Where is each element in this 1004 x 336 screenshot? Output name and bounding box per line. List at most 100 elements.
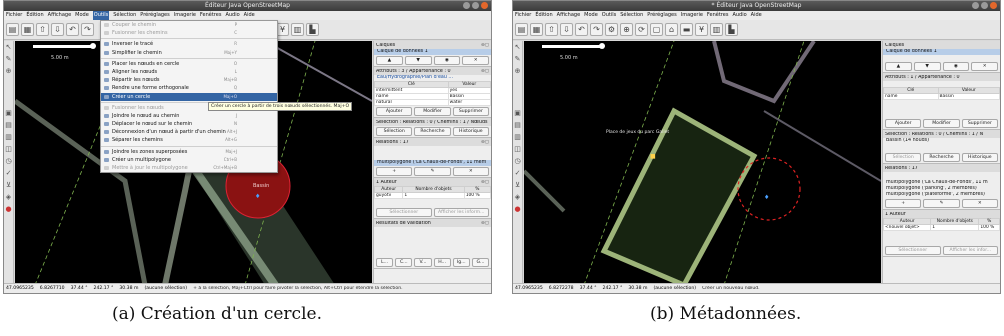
- upload-icon[interactable]: ⇧: [545, 23, 558, 36]
- relations-toggle-icon[interactable]: ◫: [513, 145, 522, 154]
- upload-icon[interactable]: ⇧: [36, 23, 49, 36]
- location-pin-icon[interactable]: ●: [513, 205, 522, 214]
- dialog-controls-icon[interactable]: ⊖▢: [481, 221, 489, 226]
- filter-toggle-icon[interactable]: ⊻: [513, 181, 522, 190]
- zoom-icon[interactable]: ⊕: [620, 23, 633, 36]
- history-toggle-icon[interactable]: ◷: [513, 157, 522, 166]
- tab-changesets[interactable]: C...: [395, 258, 413, 267]
- toilet-preset-icon[interactable]: ▥: [291, 23, 304, 36]
- history-button[interactable]: Historique: [961, 153, 998, 162]
- menu-item-cercle-noeuds[interactable]: Placer les nœuds en cercle O: [101, 60, 277, 68]
- properties-toggle-icon[interactable]: ▤: [513, 121, 522, 130]
- dialog-controls-icon[interactable]: ⊖▢: [481, 180, 489, 185]
- menu-audio[interactable]: Audio: [225, 11, 239, 20]
- edit-tag-button[interactable]: Modifier: [923, 119, 960, 128]
- menu-item-separer-chemins[interactable]: Séparer les chemins Alt+G: [101, 136, 277, 144]
- edit-tag-button[interactable]: Modifier: [414, 107, 451, 116]
- relation-item[interactable]: multipolygone ('La Chaux-de-Fonds', 11 m…: [374, 160, 491, 166]
- add-tag-button[interactable]: Ajouter: [376, 107, 413, 116]
- menu-item-aligner[interactable]: Aligner les nœuds L: [101, 68, 277, 76]
- menu-imagerie[interactable]: Imagerie: [681, 11, 703, 20]
- maximize-button[interactable]: [981, 2, 988, 9]
- menu-affichage[interactable]: Affichage: [48, 11, 72, 20]
- table-row[interactable]: guyotv 1 100 %: [374, 192, 491, 199]
- relations-toggle-icon[interactable]: ◫: [4, 145, 13, 154]
- redo-icon[interactable]: ↷: [81, 23, 94, 36]
- select-mode-icon[interactable]: ↖: [513, 43, 522, 52]
- delete-tag-button[interactable]: Supprimer: [452, 107, 489, 116]
- fullscreen-icon[interactable]: ▢: [650, 23, 663, 36]
- menu-aide[interactable]: Aide: [244, 11, 255, 20]
- undo-icon[interactable]: ↶: [575, 23, 588, 36]
- menu-audio[interactable]: Audio: [732, 11, 746, 20]
- menu-outils[interactable]: Outils: [602, 11, 616, 20]
- layers-toggle-icon[interactable]: ▣: [513, 109, 522, 118]
- map-paint-icon[interactable]: ◈: [513, 193, 522, 202]
- save-icon[interactable]: ▦: [21, 23, 34, 36]
- menu-mode[interactable]: Mode: [75, 11, 89, 20]
- menu-item-simplifier[interactable]: Simplifier le chemin Maj+Y: [101, 49, 277, 57]
- zoom-mode-icon[interactable]: ⊕: [4, 67, 13, 76]
- undo-icon[interactable]: ↶: [66, 23, 79, 36]
- location-pin-icon[interactable]: ●: [4, 205, 13, 214]
- menu-item-creer-multipolygone[interactable]: Créer un multipolygone Ctrl+B: [101, 156, 277, 164]
- minimize-button[interactable]: [972, 2, 979, 9]
- menu-mode[interactable]: Mode: [584, 11, 598, 20]
- layer-down-icon[interactable]: ▼: [913, 62, 941, 71]
- table-row[interactable]: name Bassin: [883, 93, 1000, 100]
- relation-edit-icon[interactable]: ✎: [923, 199, 960, 208]
- author-info-button[interactable]: Afficher les inform...: [433, 208, 489, 217]
- dialog-controls-icon[interactable]: ⊖▢: [481, 43, 489, 48]
- map-canvas[interactable]: Place de jeux du parc Gallet ■ ♦: [524, 41, 881, 283]
- layer-delete-icon[interactable]: ✕: [462, 56, 489, 65]
- dialog-controls-icon[interactable]: ⊖▢: [481, 69, 489, 74]
- history-button[interactable]: Historique: [452, 127, 489, 136]
- tab-validation[interactable]: V...: [414, 258, 432, 267]
- tab-ignore[interactable]: Ig...: [452, 258, 470, 267]
- tab-history[interactable]: H...: [433, 258, 451, 267]
- menu-fenetres[interactable]: Fenêtres: [200, 11, 222, 20]
- menu-item-couper-chemin[interactable]: Couper le chemin P: [101, 21, 277, 29]
- selection-button[interactable]: Sélection: [376, 127, 413, 136]
- select-mode-icon[interactable]: ↖: [4, 43, 13, 52]
- layer-down-icon[interactable]: ▼: [404, 56, 432, 65]
- selection-button[interactable]: Sélection: [885, 153, 922, 162]
- building-preset-icon[interactable]: ⌂: [665, 23, 678, 36]
- menu-item-inverser-trace[interactable]: Inverser le tracé R: [101, 40, 277, 48]
- menu-imagerie[interactable]: Imagerie: [174, 11, 196, 20]
- menu-affichage[interactable]: Affichage: [557, 11, 581, 20]
- refresh-icon[interactable]: ⟳: [635, 23, 648, 36]
- menu-edition[interactable]: Édition: [26, 11, 43, 20]
- menu-item-maj-multipolygone[interactable]: Mettre à jour le multipolygone Ctrl+Maj+B: [101, 164, 277, 172]
- menu-item-fusionner-chemins[interactable]: Fusionner les chemins C: [101, 29, 277, 37]
- table-row[interactable]: <nouvel objet> 1 100 %: [883, 224, 1000, 231]
- table-row[interactable]: natural water: [374, 99, 491, 106]
- open-file-icon[interactable]: ▤: [515, 23, 528, 36]
- minimize-button[interactable]: [463, 2, 470, 9]
- select-author-button[interactable]: Sélectionner: [376, 208, 432, 217]
- layer-visibility-icon[interactable]: ◉: [433, 56, 461, 65]
- tab-other[interactable]: G...: [471, 258, 490, 267]
- search-button[interactable]: Recherche: [414, 127, 451, 136]
- toilet-preset-icon[interactable]: ▥: [710, 23, 723, 36]
- redo-icon[interactable]: ↷: [590, 23, 603, 36]
- tab-layers[interactable]: L...: [376, 258, 394, 267]
- author-info-button[interactable]: Afficher les infor...: [942, 246, 998, 255]
- history-toggle-icon[interactable]: ◷: [4, 157, 13, 166]
- relation-delete-icon[interactable]: ✕: [961, 199, 998, 208]
- save-icon[interactable]: ▦: [530, 23, 543, 36]
- close-button[interactable]: [990, 2, 997, 9]
- relation-item[interactable]: multipolygone ('plateforme', 2 membres): [883, 192, 1000, 198]
- maximize-button[interactable]: [472, 2, 479, 9]
- menu-item-orthogonale[interactable]: Rendre une forme orthogonale Q: [101, 84, 277, 92]
- food-preset-icon[interactable]: ¥: [695, 23, 708, 36]
- draw-mode-icon[interactable]: ✎: [4, 55, 13, 64]
- add-tag-button[interactable]: Ajouter: [885, 119, 922, 128]
- map-paint-icon[interactable]: ◈: [4, 193, 13, 202]
- menu-fenetres[interactable]: Fenêtres: [707, 11, 729, 20]
- relation-add-icon[interactable]: +: [885, 199, 922, 208]
- menu-item-joindre-noeud[interactable]: Joindre le nœud au chemin J: [101, 112, 277, 120]
- menu-item-deplacer-noeud[interactable]: Déplacer le nœud sur le chemin N: [101, 120, 277, 128]
- download-icon[interactable]: ⇩: [51, 23, 64, 36]
- menu-prereglages[interactable]: Préréglages: [140, 11, 169, 20]
